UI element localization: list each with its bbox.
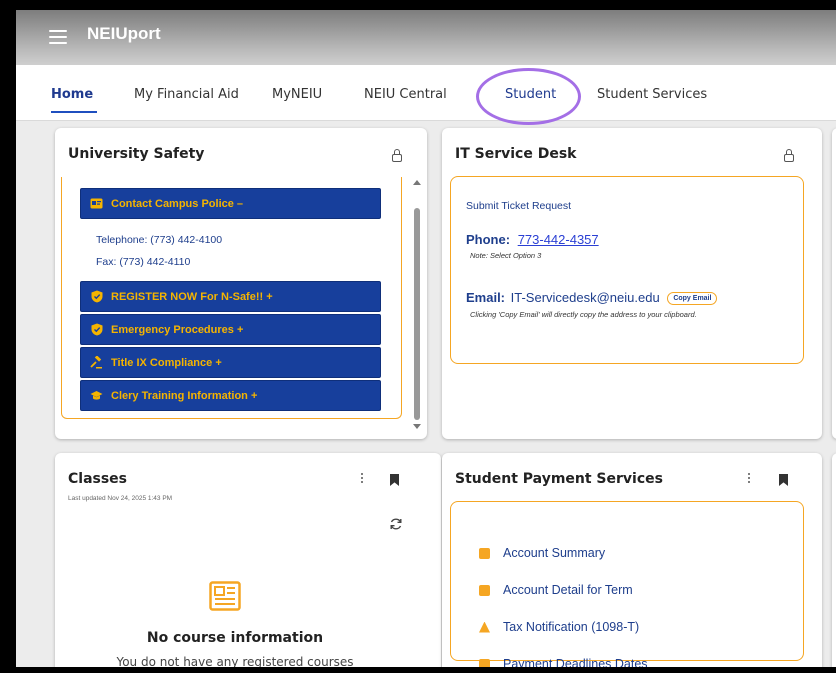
emergency-procedures-button[interactable]: Emergency Procedures + (80, 314, 381, 345)
title-ix-compliance-label: Title IX Compliance + (111, 356, 222, 369)
title-ix-compliance-button[interactable]: Title IX Compliance + (80, 347, 381, 378)
tab-neiu-central[interactable]: NEIU Central (364, 87, 447, 102)
tab-bar: Home My Financial Aid MyNEIU NEIU Centra… (16, 65, 836, 121)
brand-title[interactable]: NEIUport (87, 24, 161, 44)
empty-state-title: No course information (146, 630, 324, 646)
payment-content: Account Summary Account Detail for Term … (450, 501, 804, 667)
safety-content: Contact Campus Police – Telephone: (773)… (61, 177, 402, 419)
tax-notification-label: Tax Notification (1098-T) (503, 620, 640, 634)
register-n-safe-label: REGISTER NOW For N-Safe!! + (111, 290, 273, 303)
bookmark-icon[interactable] (779, 474, 788, 486)
newspaper-icon (209, 581, 241, 611)
university-safety-card: University Safety Contact Campus Police … (55, 128, 427, 439)
emergency-procedures-label: Emergency Procedures + (111, 323, 244, 336)
contact-campus-police-button[interactable]: Contact Campus Police – (80, 188, 381, 219)
scrollbar[interactable] (411, 176, 423, 433)
tax-notification-link[interactable]: Tax Notification (1098-T) (479, 620, 639, 634)
gavel-icon (90, 356, 103, 369)
lock-icon[interactable] (392, 149, 402, 162)
more-options-icon[interactable] (748, 473, 751, 485)
contact-campus-police-label: Contact Campus Police – (111, 197, 244, 210)
id-card-icon (90, 197, 103, 210)
it-desk-content: Submit Ticket Request Phone: 773-442-435… (450, 176, 804, 364)
document-icon (479, 547, 490, 559)
phone-row: Phone: 773-442-4357 (466, 232, 599, 247)
copy-email-button[interactable]: Copy Email (667, 292, 718, 306)
email-address[interactable]: IT-Servicedesk@neiu.edu (511, 290, 660, 305)
highlight-annotation (476, 68, 581, 125)
app-frame: NEIUport Home My Financial Aid MyNEIU NE… (16, 10, 836, 667)
clery-training-label: Clery Training Information + (111, 389, 258, 402)
partial-card (832, 453, 836, 667)
account-detail-label: Account Detail for Term (503, 583, 633, 597)
phone-note: Note: Select Option 3 (470, 251, 542, 260)
bookmark-icon[interactable] (390, 474, 399, 486)
lock-icon[interactable] (784, 149, 794, 162)
account-summary-link[interactable]: Account Summary (479, 546, 605, 560)
tab-home[interactable]: Home (51, 87, 93, 102)
scroll-thumb[interactable] (414, 208, 420, 420)
last-updated-text: Last updated Nov 24, 2025 1:43 PM (68, 495, 173, 502)
tab-my-financial-aid[interactable]: My Financial Aid (134, 87, 239, 102)
partial-card (832, 128, 836, 439)
alert-icon (479, 621, 490, 633)
more-options-icon[interactable] (361, 473, 364, 485)
card-title: University Safety (68, 146, 205, 162)
scroll-up-icon[interactable] (413, 180, 421, 185)
email-row: Email: IT-Servicedesk@neiu.edu Copy Emai… (466, 290, 718, 306)
payment-deadlines-label: Payment Deadlines Dates (503, 657, 648, 667)
payment-deadlines-link[interactable]: Payment Deadlines Dates (479, 657, 648, 667)
shield-icon (90, 323, 103, 336)
menu-icon[interactable] (49, 30, 67, 44)
active-tab-indicator (51, 111, 97, 113)
account-detail-link[interactable]: Account Detail for Term (479, 583, 633, 597)
graduation-cap-icon (90, 389, 103, 402)
tab-student-services[interactable]: Student Services (597, 87, 707, 102)
card-title: IT Service Desk (455, 146, 577, 162)
phone-label: Phone: (466, 232, 511, 247)
register-n-safe-button[interactable]: REGISTER NOW For N-Safe!! + (80, 281, 381, 312)
email-label: Email: (466, 290, 506, 305)
scroll-down-icon[interactable] (413, 424, 421, 429)
phone-number-link[interactable]: 773-442-4357 (518, 232, 599, 247)
empty-state-text: You do not have any registered courses (116, 655, 354, 667)
it-service-desk-card: IT Service Desk Submit Ticket Request Ph… (442, 128, 822, 439)
classes-card: Classes Last updated Nov 24, 2025 1:43 P… (55, 453, 441, 667)
fax-text: Fax: (773) 442-4110 (96, 256, 191, 268)
card-title: Student Payment Services (455, 471, 663, 487)
refresh-icon[interactable] (389, 517, 403, 531)
top-bar: NEIUport (16, 10, 836, 65)
shield-icon (90, 290, 103, 303)
id-card-icon (479, 584, 490, 596)
calendar-icon (479, 658, 490, 667)
submit-ticket-link[interactable]: Submit Ticket Request (466, 200, 571, 212)
student-payment-services-card: Student Payment Services Account Summary… (442, 453, 822, 667)
clery-training-button[interactable]: Clery Training Information + (80, 380, 381, 411)
email-note: Clicking 'Copy Email' will directly copy… (470, 310, 697, 319)
card-title: Classes (68, 471, 128, 487)
telephone-text: Telephone: (773) 442-4100 (96, 234, 223, 246)
tab-myneiu[interactable]: MyNEIU (272, 87, 322, 102)
account-summary-label: Account Summary (503, 546, 606, 560)
